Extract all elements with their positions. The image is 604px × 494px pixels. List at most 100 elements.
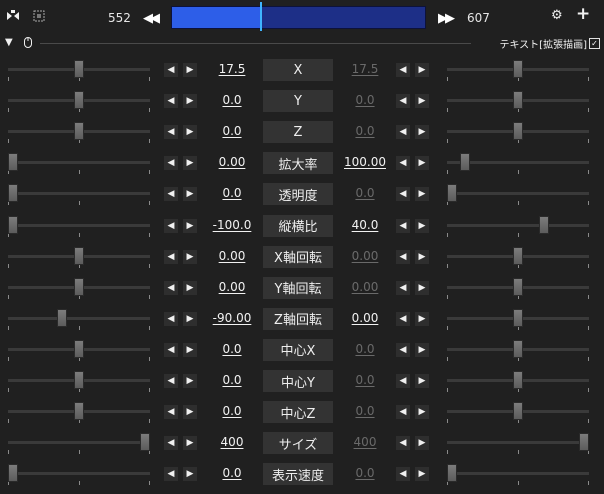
right-slider-thumb[interactable]: [539, 215, 550, 234]
left-decrement-button[interactable]: ◀: [164, 125, 178, 140]
right-decrement-button[interactable]: ◀: [396, 187, 410, 202]
left-decrement-button[interactable]: ◀: [164, 63, 178, 77]
left-increment-button[interactable]: ▶: [183, 467, 197, 482]
right-increment-button[interactable]: ▶: [415, 436, 429, 451]
param-label-button[interactable]: Z軸回転: [263, 307, 333, 330]
right-slider-thumb[interactable]: [579, 433, 589, 452]
left-increment-button[interactable]: ▶: [183, 342, 197, 357]
left-value[interactable]: 400: [207, 435, 257, 449]
right-decrement-button[interactable]: ◀: [396, 94, 410, 109]
left-slider-thumb[interactable]: [74, 60, 84, 78]
param-label-button[interactable]: 中心Y: [263, 370, 333, 392]
left-increment-button[interactable]: ▶: [183, 125, 197, 140]
camera-icon[interactable]: [6, 10, 20, 24]
left-slider-thumb[interactable]: [74, 402, 84, 421]
left-decrement-button[interactable]: ◀: [164, 218, 178, 233]
right-slider-thumb[interactable]: [513, 246, 523, 265]
extended-draw-toggle[interactable]: テキスト[拡張描画] ✓: [499, 36, 600, 51]
right-increment-button[interactable]: ▶: [415, 405, 429, 420]
param-label-button[interactable]: Y軸回転: [263, 276, 333, 299]
param-label-button[interactable]: Y: [263, 90, 333, 113]
left-value[interactable]: 0.0: [207, 124, 257, 138]
left-value[interactable]: 0.00: [207, 280, 257, 294]
param-label-button[interactable]: 縦横比: [263, 214, 333, 237]
left-slider-thumb[interactable]: [8, 153, 18, 172]
right-value[interactable]: 0.00: [340, 249, 390, 263]
left-slider-track[interactable]: [8, 192, 150, 196]
frame-select-icon[interactable]: [33, 10, 45, 24]
right-slider-track[interactable]: [447, 472, 589, 476]
right-value[interactable]: 0.0: [340, 186, 390, 200]
left-slider-thumb[interactable]: [8, 464, 18, 483]
left-value[interactable]: 0.0: [207, 466, 257, 480]
left-slider-thumb[interactable]: [74, 122, 84, 141]
left-decrement-button[interactable]: ◀: [164, 374, 178, 388]
settings-icon[interactable]: ⚙: [551, 9, 563, 22]
left-decrement-button[interactable]: ◀: [164, 280, 178, 295]
seek-back-button[interactable]: ◀◀: [140, 10, 160, 26]
left-slider-track[interactable]: [8, 161, 150, 165]
left-slider-thumb[interactable]: [74, 277, 84, 296]
left-value[interactable]: -100.0: [207, 218, 257, 232]
right-increment-button[interactable]: ▶: [415, 374, 429, 388]
right-decrement-button[interactable]: ◀: [396, 311, 410, 326]
right-slider-thumb[interactable]: [513, 308, 523, 327]
mouse-icon[interactable]: [24, 37, 32, 50]
right-value[interactable]: 40.0: [340, 218, 390, 232]
right-increment-button[interactable]: ▶: [415, 467, 429, 482]
right-increment-button[interactable]: ▶: [415, 342, 429, 357]
left-slider-track[interactable]: [8, 316, 150, 320]
right-decrement-button[interactable]: ◀: [396, 374, 410, 388]
right-increment-button[interactable]: ▶: [415, 125, 429, 140]
left-decrement-button[interactable]: ◀: [164, 94, 178, 109]
left-increment-button[interactable]: ▶: [183, 249, 197, 264]
left-increment-button[interactable]: ▶: [183, 280, 197, 295]
right-value[interactable]: 0.0: [340, 373, 390, 387]
right-value[interactable]: 0.0: [340, 466, 390, 480]
right-increment-button[interactable]: ▶: [415, 218, 429, 233]
left-value[interactable]: 0.0: [207, 404, 257, 418]
left-slider-thumb[interactable]: [8, 184, 18, 203]
left-decrement-button[interactable]: ◀: [164, 249, 178, 264]
param-label-button[interactable]: X軸回転: [263, 245, 333, 268]
left-value[interactable]: 0.0: [207, 186, 257, 200]
right-decrement-button[interactable]: ◀: [396, 280, 410, 295]
left-decrement-button[interactable]: ◀: [164, 467, 178, 482]
right-increment-button[interactable]: ▶: [415, 63, 429, 77]
right-decrement-button[interactable]: ◀: [396, 405, 410, 420]
right-slider-thumb[interactable]: [447, 464, 457, 483]
right-increment-button[interactable]: ▶: [415, 249, 429, 264]
left-slider-thumb[interactable]: [74, 246, 84, 265]
right-value[interactable]: 0.0: [340, 342, 390, 356]
left-slider-track[interactable]: [8, 441, 150, 445]
right-slider-track[interactable]: [447, 441, 589, 445]
right-value[interactable]: 0.00: [340, 280, 390, 294]
left-value[interactable]: 0.0: [207, 93, 257, 107]
seek-forward-button[interactable]: ▶▶: [435, 10, 455, 26]
left-value[interactable]: 0.00: [207, 249, 257, 263]
left-increment-button[interactable]: ▶: [183, 63, 197, 77]
right-value[interactable]: 100.00: [340, 155, 390, 169]
left-increment-button[interactable]: ▶: [183, 94, 197, 109]
left-value[interactable]: 0.00: [207, 155, 257, 169]
right-value[interactable]: 0.0: [340, 404, 390, 418]
right-slider-thumb[interactable]: [513, 402, 523, 421]
left-increment-button[interactable]: ▶: [183, 436, 197, 451]
left-increment-button[interactable]: ▶: [183, 156, 197, 171]
timeline-bar[interactable]: [171, 2, 426, 31]
right-increment-button[interactable]: ▶: [415, 280, 429, 295]
left-slider-thumb[interactable]: [74, 371, 84, 389]
param-label-button[interactable]: サイズ: [263, 432, 333, 455]
right-slider-thumb[interactable]: [447, 184, 457, 203]
param-label-button[interactable]: 中心Z: [263, 401, 333, 424]
left-slider-track[interactable]: [8, 472, 150, 476]
right-decrement-button[interactable]: ◀: [396, 63, 410, 77]
add-icon[interactable]: +: [576, 6, 590, 23]
right-slider-thumb[interactable]: [513, 339, 523, 358]
left-slider-thumb[interactable]: [74, 339, 84, 358]
right-decrement-button[interactable]: ◀: [396, 156, 410, 171]
left-increment-button[interactable]: ▶: [183, 311, 197, 326]
right-decrement-button[interactable]: ◀: [396, 125, 410, 140]
right-increment-button[interactable]: ▶: [415, 156, 429, 171]
param-label-button[interactable]: X: [263, 59, 333, 81]
